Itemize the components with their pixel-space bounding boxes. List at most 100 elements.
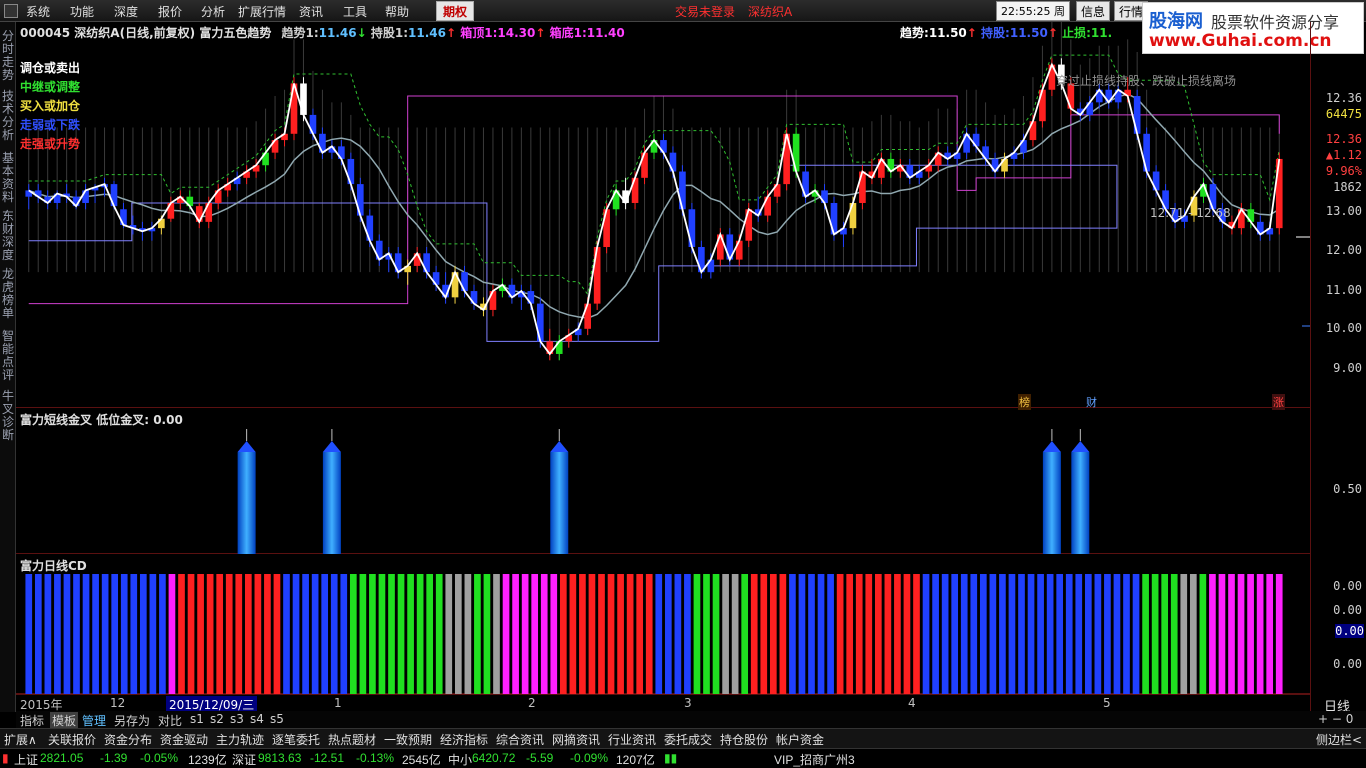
- tab-holdings[interactable]: 持仓股份: [720, 731, 768, 748]
- candle[interactable]: [1257, 215, 1264, 241]
- sh-pct: -0.05%: [140, 751, 179, 765]
- server-name[interactable]: VIP_招商广州3: [774, 751, 855, 768]
- candle[interactable]: [565, 328, 573, 348]
- golden-cross-bar[interactable]: [322, 429, 341, 554]
- candle[interactable]: [764, 190, 771, 222]
- golden-cross-bar[interactable]: [237, 429, 256, 554]
- tab-hot-topics[interactable]: 热点题材: [328, 731, 376, 748]
- sidebar-toggle[interactable]: 侧边栏<: [1316, 731, 1362, 748]
- info-button[interactable]: 信息: [1076, 1, 1110, 21]
- tab-account-funds[interactable]: 帐户资金: [776, 731, 824, 748]
- menu-analysis[interactable]: 分析: [201, 3, 225, 20]
- golden-cross-bar[interactable]: [1071, 429, 1090, 554]
- sme-label[interactable]: 中小: [448, 751, 472, 768]
- options-button[interactable]: 期权: [436, 1, 474, 21]
- s5-button[interactable]: s5: [270, 712, 284, 726]
- golden-cross-bar[interactable]: [550, 429, 569, 554]
- cd-bar: [1275, 574, 1283, 694]
- limit-up-marker[interactable]: 涨: [1272, 394, 1285, 410]
- candle[interactable]: [394, 247, 402, 279]
- candle[interactable]: [963, 127, 970, 159]
- candle[interactable]: [423, 247, 430, 279]
- cd-panel[interactable]: 富力日线CD: [16, 555, 1310, 694]
- app-icon[interactable]: [4, 4, 18, 18]
- candle[interactable]: [660, 133, 667, 159]
- candle[interactable]: [934, 146, 942, 172]
- golden-cross-panel[interactable]: 富力短线金叉 低位金叉: 0.00: [16, 409, 1310, 554]
- candle[interactable]: [546, 328, 554, 361]
- candle[interactable]: [887, 152, 895, 178]
- trade-login-status[interactable]: 交易未登录: [675, 3, 735, 20]
- menu-system[interactable]: 系统: [26, 3, 50, 20]
- tab-technical[interactable]: 技术分析: [2, 90, 15, 142]
- tab-web-digest[interactable]: 网摘资讯: [552, 731, 600, 748]
- candle[interactable]: [224, 177, 231, 197]
- tab-orders[interactable]: 委托成交: [664, 731, 712, 748]
- tab-eastmoney-depth[interactable]: 东财深度: [2, 210, 15, 262]
- finance-marker[interactable]: 财: [1086, 394, 1097, 410]
- menu-depth[interactable]: 深度: [114, 3, 138, 20]
- tab-fund-drive[interactable]: 资金驱动: [160, 731, 208, 748]
- tab-fundamentals[interactable]: 基本资料: [2, 152, 15, 204]
- tab-fund-distribution[interactable]: 资金分布: [104, 731, 152, 748]
- tab-expand[interactable]: 扩展∧: [4, 731, 37, 748]
- menu-function[interactable]: 功能: [70, 3, 94, 20]
- candle[interactable]: [1020, 133, 1027, 159]
- s4-button[interactable]: s4: [250, 712, 264, 726]
- candle[interactable]: [612, 184, 620, 216]
- menu-extended-market[interactable]: 扩展行情: [238, 3, 286, 20]
- candle[interactable]: [243, 165, 250, 185]
- zoom-controls[interactable]: + − 0: [1318, 712, 1353, 726]
- candle[interactable]: [518, 284, 525, 310]
- candle[interactable]: [574, 322, 582, 342]
- sz-label[interactable]: 深证: [232, 751, 256, 768]
- tab-smart-comment[interactable]: 智能点评: [2, 330, 15, 382]
- tab-main-track[interactable]: 主力轨迹: [216, 731, 264, 748]
- menu-news[interactable]: 资讯: [299, 3, 323, 20]
- tab-tick-orders[interactable]: 逐笔委托: [272, 731, 320, 748]
- menu-help[interactable]: 帮助: [385, 3, 409, 20]
- candle[interactable]: [622, 177, 629, 210]
- candle[interactable]: [650, 133, 658, 159]
- golden-cross-chart[interactable]: [16, 409, 1310, 554]
- tab-industry-news[interactable]: 行业资讯: [608, 731, 656, 748]
- candle[interactable]: [319, 127, 326, 159]
- candle[interactable]: [944, 146, 951, 166]
- s2-button[interactable]: s2: [210, 712, 224, 726]
- compare-button[interactable]: 对比: [158, 712, 182, 729]
- candle[interactable]: [878, 152, 885, 185]
- menu-quote[interactable]: 报价: [158, 3, 182, 20]
- candle[interactable]: [205, 196, 213, 229]
- tab-consensus[interactable]: 一致预期: [384, 731, 432, 748]
- tab-dragon-tiger[interactable]: 龙虎榜单: [2, 268, 15, 320]
- menu-tools[interactable]: 工具: [343, 3, 367, 20]
- candle[interactable]: [233, 171, 241, 191]
- candle[interactable]: [991, 152, 999, 178]
- tab-economic[interactable]: 经济指标: [440, 731, 488, 748]
- sh-label[interactable]: 上证: [14, 751, 38, 768]
- price-chart-panel[interactable]: 000045 深纺织A(日线,前复权) 富力五色趋势 趋势1:11.46↓ 持股…: [16, 22, 1310, 410]
- cross-bar-tip: [1042, 441, 1061, 452]
- tab-intraday[interactable]: 分时走势: [2, 30, 15, 82]
- candle[interactable]: [34, 184, 42, 203]
- candle[interactable]: [508, 278, 516, 304]
- template-button[interactable]: 模板: [50, 712, 79, 729]
- cd-chart[interactable]: [16, 555, 1310, 694]
- candle[interactable]: [442, 272, 449, 304]
- s3-button[interactable]: s3: [230, 712, 244, 726]
- tab-comprehensive-news[interactable]: 综合资讯: [496, 731, 544, 748]
- candle[interactable]: [25, 184, 33, 210]
- golden-cross-bar[interactable]: [1042, 429, 1061, 554]
- tab-bull-diagnosis[interactable]: 牛叉诊断: [2, 390, 15, 442]
- save-as-button[interactable]: 另存为: [114, 712, 150, 729]
- s1-button[interactable]: s1: [190, 712, 204, 726]
- dragon-tiger-marker[interactable]: 榜: [1018, 394, 1031, 410]
- candle[interactable]: [129, 215, 137, 235]
- indicator-button[interactable]: 指标: [20, 712, 44, 729]
- manage-button[interactable]: 管理: [82, 712, 106, 729]
- candle[interactable]: [375, 234, 383, 266]
- candle[interactable]: [915, 165, 923, 185]
- tab-related-quotes[interactable]: 关联报价: [48, 731, 96, 748]
- candle[interactable]: [906, 158, 914, 185]
- candle[interactable]: [82, 184, 89, 210]
